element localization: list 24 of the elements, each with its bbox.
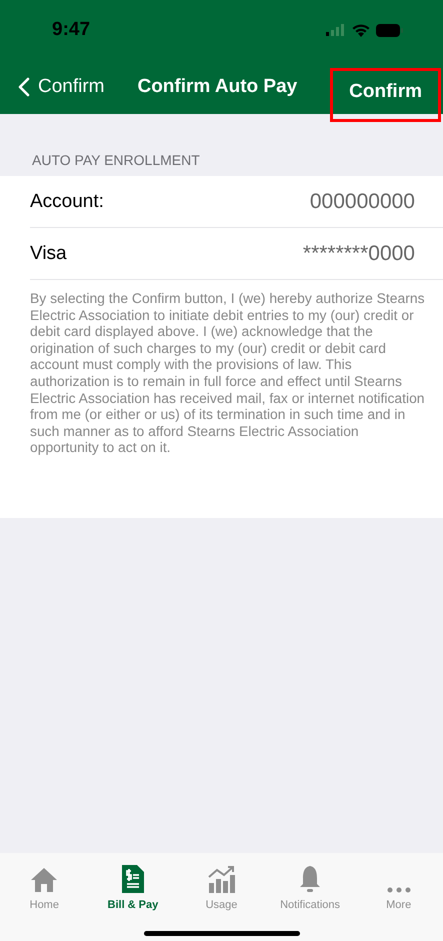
tab-item[interactable]: Home [0,863,89,911]
bar-chart-icon [207,865,236,893]
row-value: 000000000 [310,190,415,214]
confirm-button[interactable]: Confirm [330,68,441,122]
nav-title: Confirm Auto Pay [137,76,298,98]
bell-icon [299,865,322,893]
tab-item[interactable]: Usage [177,863,266,911]
row-label: Account: [30,190,104,212]
tab-item[interactable]: More [354,863,443,911]
document-dollar-icon [122,865,144,893]
disclaimer-text: By selecting the Confirm button, I (we) hereby authorize Stearns Electric Association to initiate debit entries to my (our) credit or debit card displayed above. I (we) acknowledge that the origination of such charges to my (our) credit or debit card account must comply with the provisions of law. This authorization is to remain in full force and effect until Stearns Electric Association has received mail, fax or internet notification from me (or either or us) of its termination in such time and in such manner as to afford Stearns Electric Association opportunity to act on it. [30,289,426,458]
wifi-icon [352,24,370,36]
more-icon [386,887,411,893]
status-time: 9:47 [52,19,90,41]
signal-icon [326,24,346,36]
section-header: AUTO PAY ENROLLMENT [31,151,201,170]
tab-item[interactable]: Notifications [266,863,354,911]
back-button[interactable]: Confirm [18,76,105,98]
chevron-left-icon [18,77,30,97]
row-value: ********0000 [302,242,415,266]
row-label: Visa [30,242,67,264]
house-icon [30,867,58,893]
tab-item[interactable]: Bill & Pay [88,863,178,911]
battery-icon [376,24,403,36]
